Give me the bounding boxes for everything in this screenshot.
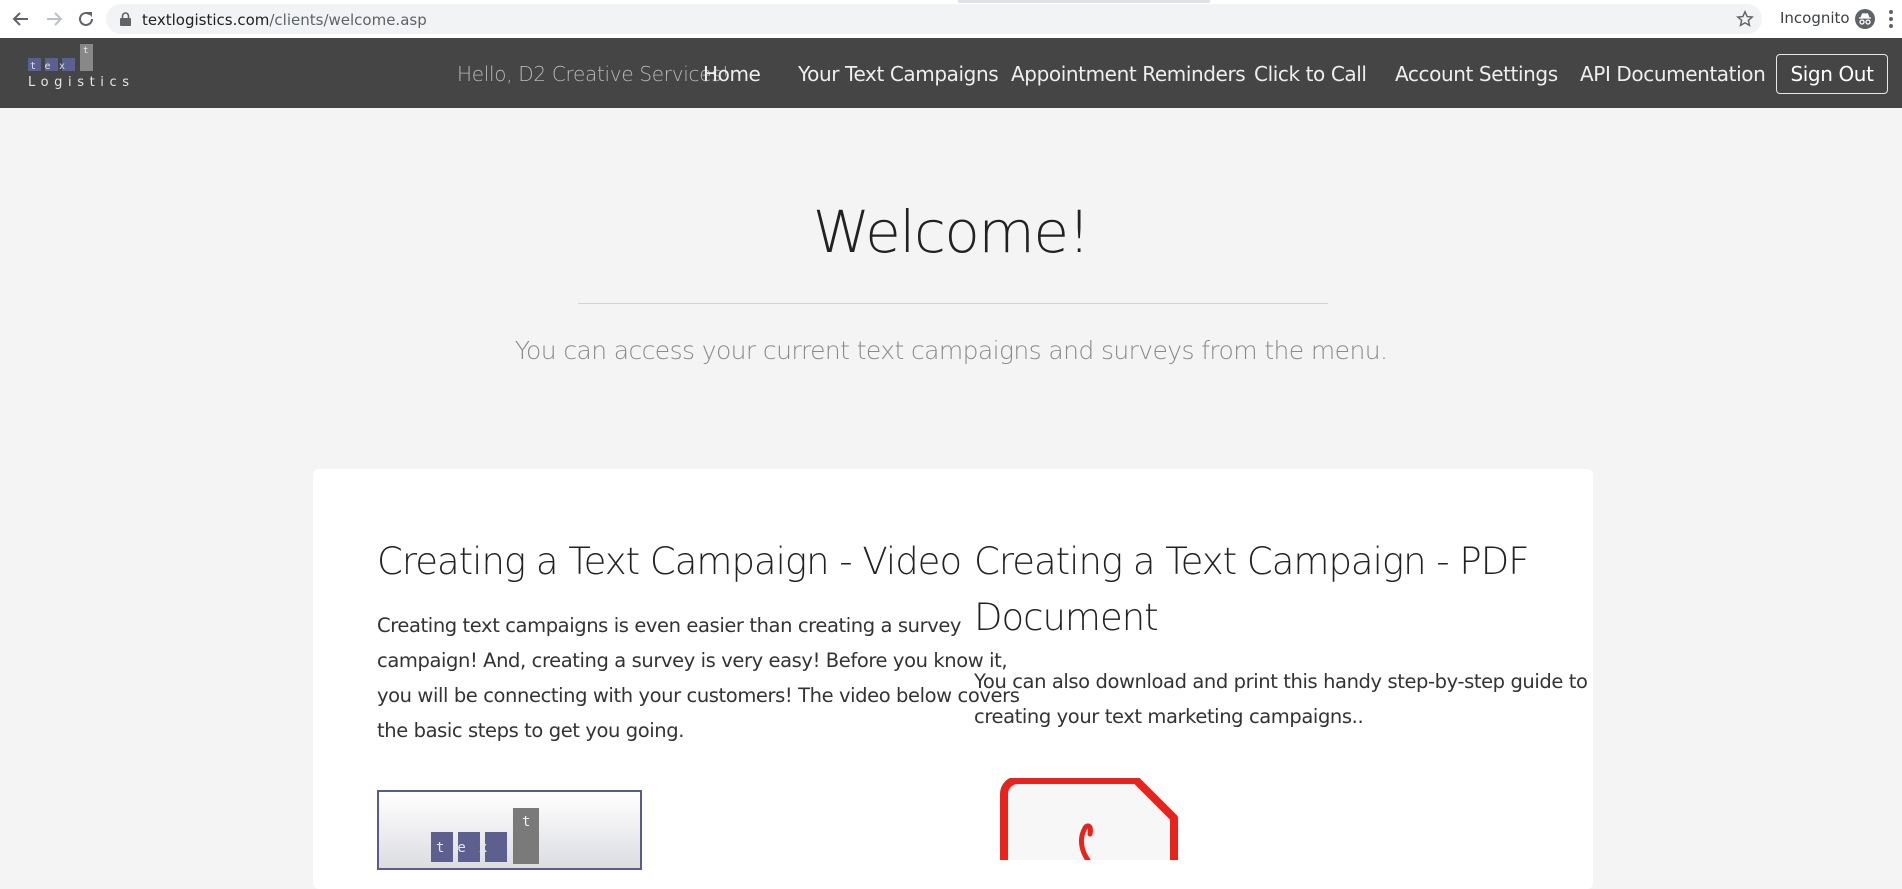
nav-your-text-campaigns[interactable]: Your Text Campaigns [798,62,999,86]
nav-api-documentation[interactable]: API Documentation [1580,62,1766,86]
user-greeting: Hello, D2 Creative Services! [457,62,730,86]
sign-out-button[interactable]: Sign Out [1776,54,1888,94]
pdf-body-line: You can also download and print this han… [974,670,1588,693]
nav-home[interactable]: Home [703,62,761,86]
pdf-title-line: Creating a Text Campaign - PDF [974,540,1530,583]
address-bar[interactable]: textlogistics.com/clients/welcome.asp [106,4,1762,34]
logo-t: t [83,46,88,56]
pdf-title-line: Document [974,596,1159,639]
logo-logistics: Logistics [28,75,134,90]
incognito-label: Incognito [1780,9,1850,27]
pdf-body-line: creating your text marketing campaigns.. [974,705,1364,728]
incognito-icon[interactable] [1854,8,1876,30]
nav-appointment-reminders[interactable]: Appointment Reminders [1011,62,1246,86]
video-thumbnail[interactable]: tex t [377,790,642,870]
pdf-icon[interactable] [990,778,1190,860]
video-body-line: Creating text campaigns is even easier t… [377,614,962,637]
video-section-title: Creating a Text Campaign - Video [377,540,962,583]
video-section-body: Creating text campaigns is even easier t… [377,608,1020,748]
tab-strip-edge [958,0,1210,3]
star-icon[interactable] [1736,10,1754,28]
kebab-menu-icon[interactable] [1888,8,1894,30]
url-domain: textlogistics.com [142,11,270,29]
url-path: /clients/welcome.asp [269,11,427,29]
video-body-line: the basic steps to get you going. [377,719,685,742]
page-title: Welcome! [812,198,1091,266]
pdf-section-title: Creating a Text Campaign - PDF Document [974,534,1530,646]
site-navbar: tex t Logistics Hello, D2 Creative Servi… [0,38,1902,108]
browser-toolbar: textlogistics.com/clients/welcome.asp In… [0,0,1902,39]
lock-icon [120,12,131,26]
hero-divider [578,303,1328,304]
textlogistics-logo[interactable]: tex t Logistics [24,42,134,102]
page-subtitle: You can access your current text campaig… [514,336,1388,365]
logo-tex: tex [30,61,74,72]
nav-account-settings[interactable]: Account Settings [1395,62,1558,86]
video-thumbnail-logo: tex t [431,808,539,864]
reload-icon[interactable] [74,7,98,31]
url-text: textlogistics.com/clients/welcome.asp [142,11,427,29]
video-body-line: you will be connecting with your custome… [377,684,1020,707]
thumb-t: t [522,814,530,830]
thumb-tex: tex [436,840,500,856]
video-body-line: campaign! And, creating a survey is very… [377,649,1008,672]
pdf-section-body: You can also download and print this han… [974,664,1588,734]
back-arrow-icon[interactable] [9,7,33,31]
forward-arrow-icon[interactable] [42,7,66,31]
nav-click-to-call[interactable]: Click to Call [1254,62,1367,86]
